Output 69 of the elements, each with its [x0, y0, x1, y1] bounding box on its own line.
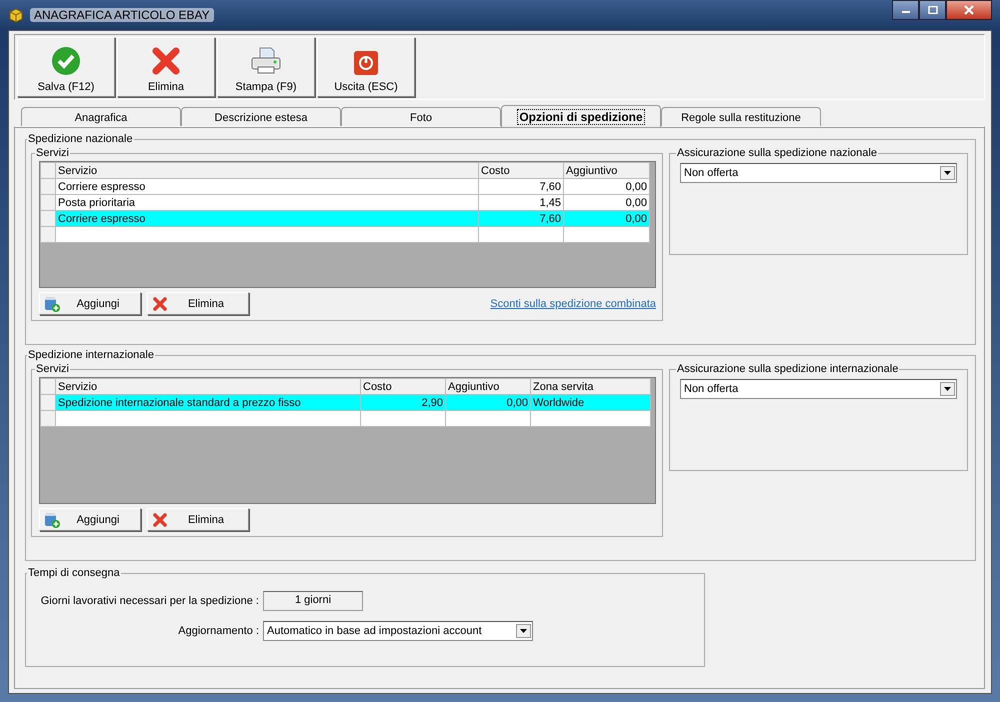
close-icon: [963, 5, 975, 15]
link[interactable]: Sconti sulla spedizione combinata: [490, 298, 656, 310]
table-cell: 0,00: [446, 394, 530, 410]
grid-button[interactable]: Aggiungi: [39, 292, 141, 315]
app-cube-icon: [8, 7, 24, 23]
table-row[interactable]: Corriere espresso 7,60 0,00: [40, 178, 650, 194]
add-item-icon: [44, 296, 60, 312]
table-row[interactable]: Corriere espresso 7,60 0,00: [40, 210, 650, 226]
table-cell: 7,60: [478, 178, 564, 194]
column-header: Costo: [478, 162, 564, 178]
table-row[interactable]: Spedizione internazionale standard a prezzo fisso 2,90 0,00 Worldwide: [40, 394, 650, 410]
printer-icon: [250, 46, 282, 76]
field-label: Giorni lavorativi necessari per la spedizione :: [40, 595, 259, 607]
row-header: [40, 162, 56, 178]
days-field: 1 giorni: [263, 591, 363, 611]
group-title: Assicurazione sulla spedizione internazionale: [676, 363, 900, 375]
grid-button[interactable]: Elimina: [147, 508, 249, 531]
toolbar-button[interactable]: Elimina: [117, 37, 215, 97]
table-cell: 0,00: [564, 178, 650, 194]
minimize-button[interactable]: [892, 0, 919, 20]
row-header: [40, 226, 56, 242]
dropdown[interactable]: Non offerta: [680, 163, 957, 183]
maximize-button[interactable]: [919, 0, 946, 20]
cross-icon: [152, 296, 168, 312]
table-cell: Corriere espresso: [56, 178, 478, 194]
column-header: Servizio: [56, 378, 360, 394]
toolbar-button[interactable]: Salva (F12): [17, 37, 115, 97]
column-header: Aggiuntivo: [446, 378, 530, 394]
group-title: Servizi: [35, 363, 70, 375]
cross-icon: [152, 512, 168, 528]
toolbar-button[interactable]: Stampa (F9): [217, 37, 315, 97]
grid-button[interactable]: Aggiungi: [39, 508, 141, 531]
tab[interactable]: Anagrafica: [21, 107, 181, 127]
dropdown-arrow-icon: [944, 387, 951, 391]
group-title: Servizi: [35, 147, 70, 159]
tab[interactable]: Regole sulla restituzione: [661, 107, 821, 127]
field-label: Aggiornamento :: [177, 625, 259, 637]
grid-button[interactable]: Elimina: [147, 292, 249, 315]
power-icon: [353, 50, 379, 76]
table-cell: 0,00: [564, 210, 650, 226]
maximize-icon: [928, 6, 938, 14]
row-header: [40, 410, 56, 426]
row-header: [40, 378, 56, 394]
table-cell: 7,60: [478, 210, 564, 226]
column-header: Costo: [360, 378, 446, 394]
dropdown[interactable]: Automatico in base ad impostazioni account: [263, 621, 533, 641]
group-title: Tempi di consegna: [27, 567, 121, 579]
dropdown[interactable]: Non offerta: [680, 379, 957, 399]
table-cell: Corriere espresso: [56, 210, 478, 226]
group-title: Spedizione nazionale: [27, 133, 134, 145]
close-button[interactable]: [946, 0, 992, 20]
dropdown-arrow-icon: [520, 629, 527, 633]
column-header: Aggiuntivo: [564, 162, 650, 178]
tab[interactable]: Opzioni di spedizione: [501, 105, 661, 127]
tab[interactable]: Foto: [341, 107, 501, 127]
table-cell: 2,90: [360, 394, 446, 410]
window-title: ANAGRAFICA ARTICOLO EBAY: [30, 8, 214, 22]
checkmark-icon: [51, 46, 81, 76]
dropdown-arrow-icon: [944, 171, 951, 175]
column-header: Zona servita: [530, 378, 650, 394]
table-cell: Spedizione internazionale standard a prezzo fisso: [56, 394, 360, 410]
cross-icon: [151, 46, 181, 76]
group-title: Spedizione internazionale: [27, 349, 155, 361]
toolbar-button[interactable]: Uscita (ESC): [317, 37, 415, 97]
group-title: Assicurazione sulla spedizione nazionale: [676, 147, 878, 159]
add-item-icon: [44, 512, 60, 528]
tab[interactable]: Descrizione estesa: [181, 107, 341, 127]
column-header: Servizio: [56, 162, 478, 178]
table-cell: Worldwide: [530, 394, 650, 410]
